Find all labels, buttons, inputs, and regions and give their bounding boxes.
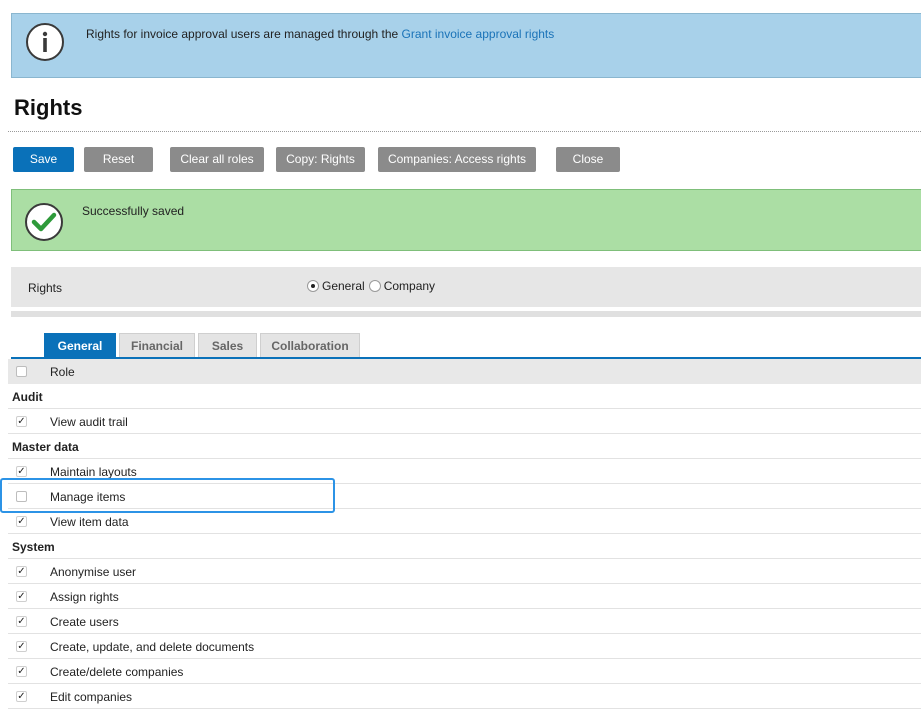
view-item-data-checkbox[interactable]: ✓ xyxy=(16,516,27,527)
table-header-row: Role xyxy=(8,359,921,384)
table-row: ✓ View item data xyxy=(8,509,921,534)
info-banner: Rights for invoice approval users are ma… xyxy=(11,13,921,78)
group-row-system: System xyxy=(8,534,921,559)
check-circle-icon xyxy=(24,202,64,242)
table-row: ✓ Create users xyxy=(8,609,921,634)
role-column-header: Role xyxy=(50,365,75,379)
row-label: View item data xyxy=(50,515,129,529)
row-label: Maintain layouts xyxy=(50,465,137,479)
group-row-master-data: Master data xyxy=(8,434,921,459)
tab-financial[interactable]: Financial xyxy=(119,333,195,358)
maintain-layouts-checkbox[interactable]: ✓ xyxy=(16,466,27,477)
manage-items-checkbox[interactable] xyxy=(16,491,27,502)
edit-companies-checkbox[interactable]: ✓ xyxy=(16,691,27,702)
rights-panel: Rights General Company xyxy=(11,267,921,307)
group-label: Audit xyxy=(12,390,43,404)
companies-access-rights-button[interactable]: Companies: Access rights xyxy=(378,147,536,172)
toolbar: Save Reset Clear all roles Copy: Rights … xyxy=(0,147,921,172)
row-label: Edit companies xyxy=(50,690,133,704)
tab-general[interactable]: General xyxy=(44,333,116,358)
rights-table: Role Audit ✓ View audit trail Master dat… xyxy=(8,359,921,709)
clear-all-roles-button[interactable]: Clear all roles xyxy=(170,147,264,172)
table-row: Manage items xyxy=(8,484,921,509)
panel-divider xyxy=(11,311,921,317)
rights-label: Rights xyxy=(28,281,63,295)
group-label: System xyxy=(12,540,55,554)
table-row: ✓ Maintain layouts xyxy=(8,459,921,484)
row-label: View audit trail xyxy=(50,415,128,429)
tab-sales[interactable]: Sales xyxy=(198,333,257,358)
info-banner-message: Rights for invoice approval users are ma… xyxy=(86,27,402,41)
create-delete-companies-checkbox[interactable]: ✓ xyxy=(16,666,27,677)
create-users-checkbox[interactable]: ✓ xyxy=(16,616,27,627)
info-icon xyxy=(26,23,64,61)
save-button[interactable]: Save xyxy=(13,147,74,172)
row-label: Manage items xyxy=(50,490,126,504)
grant-invoice-approval-rights-link[interactable]: Grant invoice approval rights xyxy=(402,27,555,41)
close-button[interactable]: Close xyxy=(556,147,620,172)
title-divider xyxy=(8,131,921,132)
company-radio[interactable] xyxy=(368,280,381,292)
group-label: Master data xyxy=(12,440,79,454)
table-row: ✓ View audit trail xyxy=(8,409,921,434)
create-update-delete-documents-checkbox[interactable]: ✓ xyxy=(16,641,27,652)
row-label: Create users xyxy=(50,615,119,629)
table-row: ✓ Create, update, and delete documents xyxy=(8,634,921,659)
info-banner-text: Rights for invoice approval users are ma… xyxy=(86,27,554,41)
row-label: Create, update, and delete documents xyxy=(50,640,255,654)
tab-collaboration[interactable]: Collaboration xyxy=(260,333,360,358)
view-audit-trail-checkbox[interactable]: ✓ xyxy=(16,416,27,427)
assign-rights-checkbox[interactable]: ✓ xyxy=(16,591,27,602)
general-radio-label[interactable]: General xyxy=(322,279,365,293)
table-row: ✓ Edit companies xyxy=(8,684,921,709)
reset-button[interactable]: Reset xyxy=(84,147,153,172)
copy-rights-button[interactable]: Copy: Rights xyxy=(276,147,365,172)
rights-scope-radio-group: General Company xyxy=(307,279,439,293)
group-row-audit: Audit xyxy=(8,384,921,409)
anonymise-user-checkbox[interactable]: ✓ xyxy=(16,566,27,577)
table-row: ✓ Anonymise user xyxy=(8,559,921,584)
table-row: ✓ Assign rights xyxy=(8,584,921,609)
row-label: Assign rights xyxy=(50,590,119,604)
success-banner: Successfully saved xyxy=(11,189,921,251)
general-radio[interactable] xyxy=(307,280,319,292)
select-all-checkbox[interactable] xyxy=(16,366,27,377)
page-title: Rights xyxy=(14,95,83,120)
company-radio-label[interactable]: Company xyxy=(384,279,435,293)
row-label: Create/delete companies xyxy=(50,665,184,679)
row-label: Anonymise user xyxy=(50,565,137,579)
table-row: ✓ Create/delete companies xyxy=(8,659,921,684)
success-message: Successfully saved xyxy=(82,204,185,218)
